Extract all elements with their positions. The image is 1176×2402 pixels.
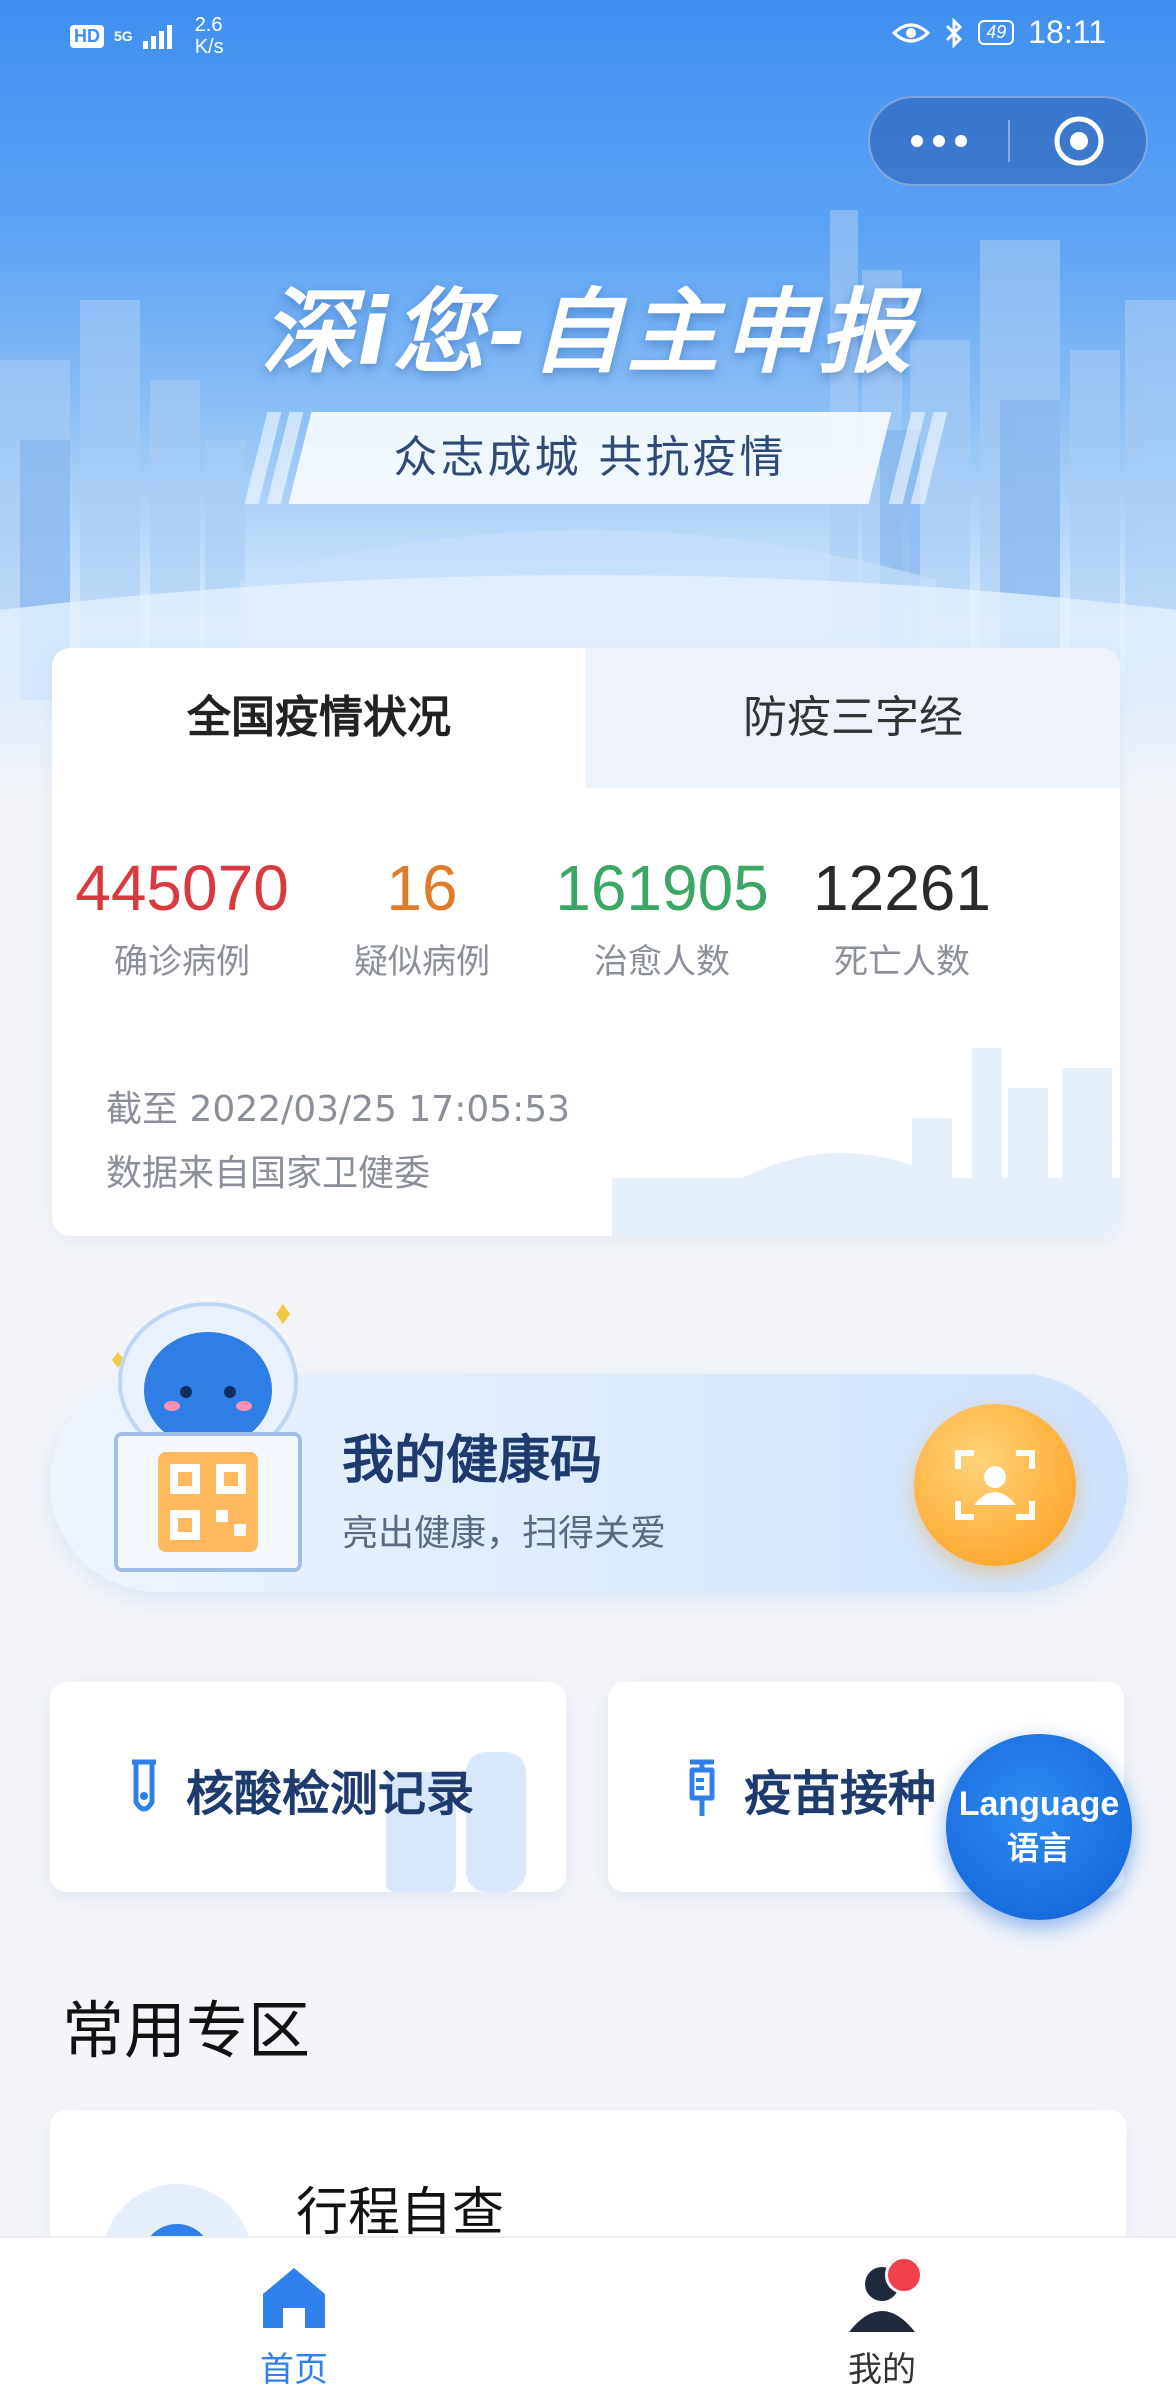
more-dots-icon: [911, 135, 967, 147]
face-scan-icon: [955, 1450, 1035, 1520]
bottom-navigation: 首页 我的: [0, 2236, 1176, 2402]
test-tube-icon: [132, 1759, 156, 1812]
language-label-zh: 语言: [1006, 1829, 1071, 1867]
battery-indicator: 49: [978, 20, 1015, 45]
statistics-row: 445070 确诊病例 16 疑似病例 161905 治愈人数 12261 死亡…: [52, 848, 1120, 1048]
itinerary-self-check-label: 行程自查: [296, 2183, 505, 2243]
network-speed: 2.6: [194, 14, 223, 36]
nav-home-label: 首页: [260, 2350, 328, 2390]
nav-mine[interactable]: 我的: [782, 2256, 982, 2391]
stat-label: 疑似病例: [354, 942, 490, 982]
vaccination-label: 疫苗接种: [744, 1766, 937, 1822]
data-source: 数据来自国家卫健委: [106, 1153, 431, 1194]
stat-value: 12261: [813, 852, 991, 924]
health-code-title: 我的健康码: [342, 1431, 603, 1491]
bluetooth-icon: [946, 17, 963, 48]
tab-prevention-rhymes[interactable]: 防疫三字经: [586, 648, 1120, 788]
nucleic-test-records-card[interactable]: 核酸检测记录: [50, 1682, 566, 1892]
nav-home[interactable]: 首页: [194, 2260, 394, 2391]
stat-recovered: 161905 治愈人数: [532, 848, 792, 983]
nucleic-test-records-label: 核酸检测记录: [186, 1766, 475, 1822]
tab-national-epidemic[interactable]: 全国疫情状况: [52, 648, 586, 788]
stat-label: 确诊病例: [114, 942, 250, 982]
stat-value: 161905: [555, 852, 769, 924]
network-speed-unit: K/s: [194, 36, 224, 58]
close-miniprogram-button[interactable]: [1010, 98, 1148, 184]
miniprogram-capsule: [868, 96, 1148, 186]
stat-label: 治愈人数: [594, 942, 730, 982]
notification-badge: [885, 2256, 923, 2294]
mascot-qr-icon: [112, 1302, 302, 1572]
target-close-icon: [1054, 116, 1104, 166]
language-button[interactable]: Language 语言: [946, 1734, 1132, 1920]
health-code-subtitle: 亮出健康，扫得关爱: [342, 1513, 667, 1554]
stat-label: 死亡人数: [834, 942, 970, 982]
data-timestamp: 截至 2022/03/25 17:05:53: [106, 1089, 571, 1130]
status-bar: HD 5G 2.6 K/s 49 18:11: [0, 0, 1176, 72]
section-title-common: 常用专区: [62, 1994, 311, 2067]
health-code-scan-button[interactable]: [914, 1404, 1076, 1566]
hero-slogan: 众志成城 共抗疫情: [393, 432, 787, 483]
hd-indicator: HD: [70, 24, 104, 48]
hero-title: 深i您-自主申报: [261, 279, 915, 386]
eye-icon: [892, 23, 931, 42]
stat-deaths: 12261 死亡人数: [772, 848, 1032, 983]
stat-confirmed: 445070 确诊病例: [52, 848, 312, 983]
signal-icon: [142, 25, 172, 49]
syringe-icon: [689, 1759, 715, 1816]
home-icon: [263, 2268, 325, 2328]
stat-value: 16: [386, 852, 458, 924]
language-label-en: Language: [958, 1785, 1120, 1823]
clock: 18:11: [1028, 14, 1106, 50]
epidemic-status-card: 全国疫情状况 防疫三字经 445070 确诊病例 16 疑似病例 161905 …: [52, 648, 1120, 1236]
stat-value: 445070: [75, 852, 289, 924]
network-type: 5G: [114, 28, 133, 44]
card-skyline-decoration: [612, 1048, 1120, 1236]
more-button[interactable]: [870, 98, 1008, 184]
stat-suspected: 16 疑似病例: [292, 848, 552, 983]
nav-mine-label: 我的: [848, 2350, 916, 2390]
